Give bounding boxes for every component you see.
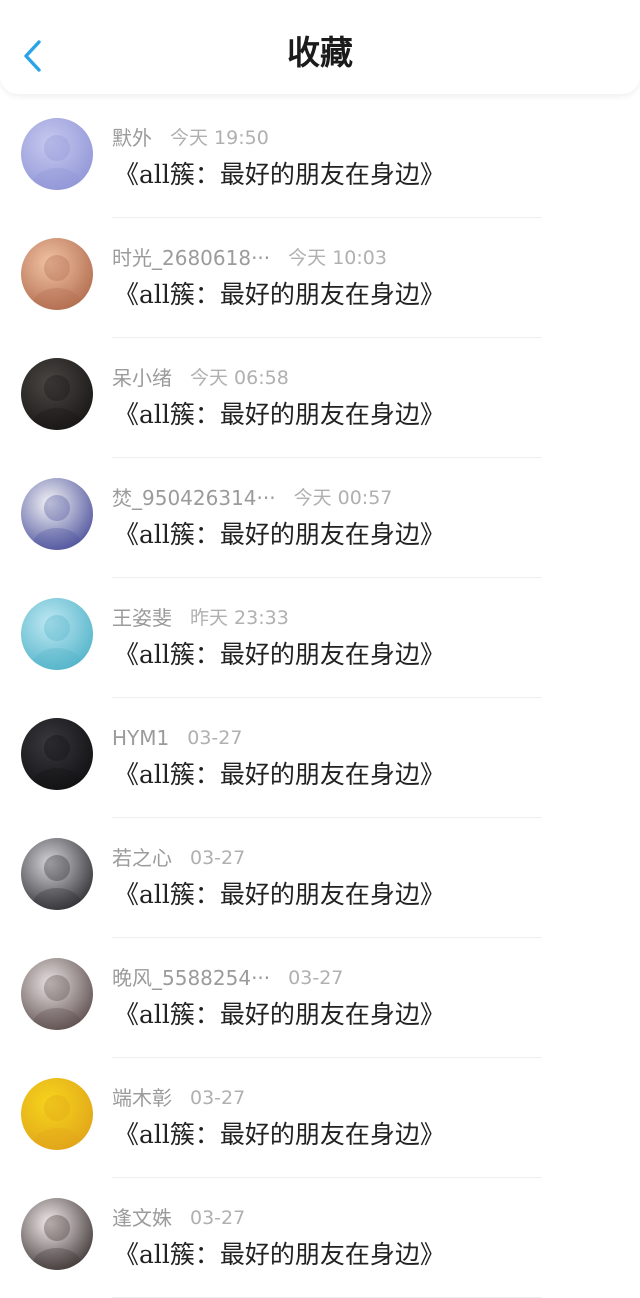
favorites-list: 默外 今天 19:50 《all簇：最好的朋友在身边》 时光_2680618··· 今天… [0,98,640,1298]
timestamp: 03-27 [187,727,243,749]
favorite-title[interactable]: 《all簇：最好的朋友在身边》 [114,278,445,312]
item-meta: 时光_2680618··· 今天 10:03 [112,244,387,272]
timestamp: 今天 10:03 [288,247,387,269]
user-avatar[interactable] [21,718,93,790]
user-avatar[interactable] [21,1198,93,1270]
timestamp: 03-27 [190,1087,246,1109]
username[interactable]: 若之心 [112,844,172,872]
list-item[interactable]: 默外 今天 19:50 《all簇：最好的朋友在身边》 [0,98,640,218]
timestamp: 昨天 23:33 [190,607,289,629]
username[interactable]: HYM1 [112,724,169,752]
item-meta: 呆小绪 今天 06:58 [112,364,289,392]
username[interactable]: 王姿斐 [112,604,172,632]
username[interactable]: 时光_2680618··· [112,244,270,272]
list-item[interactable]: 晚风_5588254··· 03-27 《all簇：最好的朋友在身边》 [0,938,640,1058]
item-meta: 王姿斐 昨天 23:33 [112,604,289,632]
list-item[interactable]: 焚_950426314··· 今天 00:57 《all簇：最好的朋友在身边》 [0,458,640,578]
user-avatar[interactable] [21,358,93,430]
timestamp: 今天 00:57 [293,487,393,509]
list-item[interactable]: 呆小绪 今天 06:58 《all簇：最好的朋友在身边》 [0,338,640,458]
user-avatar[interactable] [21,118,93,190]
username[interactable]: 端木彰 [112,1084,172,1112]
timestamp: 03-27 [190,847,246,869]
list-item[interactable]: 逢文姝 03-27 《all簇：最好的朋友在身边》 [0,1178,640,1298]
favorite-title[interactable]: 《all簇：最好的朋友在身边》 [114,878,445,912]
timestamp: 今天 19:50 [170,127,269,149]
page-title: 收藏 [287,33,353,72]
item-meta: HYM1 03-27 [112,724,242,752]
top-bar: 收藏 [0,0,640,94]
user-avatar[interactable] [21,838,93,910]
list-item[interactable]: HYM1 03-27 《all簇：最好的朋友在身边》 [0,698,640,818]
user-avatar[interactable] [21,598,93,670]
favorite-title[interactable]: 《all簇：最好的朋友在身边》 [114,158,445,192]
favorite-title[interactable]: 《all簇：最好的朋友在身边》 [114,518,445,552]
list-item[interactable]: 王姿斐 昨天 23:33 《all簇：最好的朋友在身边》 [0,578,640,698]
item-meta: 晚风_5588254··· 03-27 [112,964,343,992]
favorite-title[interactable]: 《all簇：最好的朋友在身边》 [114,1118,445,1152]
item-meta: 若之心 03-27 [112,844,245,872]
list-item[interactable]: 时光_2680618··· 今天 10:03 《all簇：最好的朋友在身边》 [0,218,640,338]
favorite-title[interactable]: 《all簇：最好的朋友在身边》 [114,398,445,432]
favorite-title[interactable]: 《all簇：最好的朋友在身边》 [114,998,445,1032]
timestamp: 今天 06:58 [190,367,289,389]
user-avatar[interactable] [21,238,93,310]
username[interactable]: 默外 [112,124,152,152]
list-item[interactable]: 端木彰 03-27 《all簇：最好的朋友在身边》 [0,1058,640,1178]
item-meta: 端木彰 03-27 [112,1084,245,1112]
user-avatar[interactable] [21,1078,93,1150]
timestamp: 03-27 [190,1207,246,1229]
item-meta: 默外 今天 19:50 [112,124,269,152]
username[interactable]: 逢文姝 [112,1204,172,1232]
item-meta: 逢文姝 03-27 [112,1204,245,1232]
user-avatar[interactable] [21,478,93,550]
list-item[interactable]: 若之心 03-27 《all簇：最好的朋友在身边》 [0,818,640,938]
username[interactable]: 呆小绪 [112,364,172,392]
item-meta: 焚_950426314··· 今天 00:57 [112,484,392,512]
timestamp: 03-27 [288,967,344,989]
user-avatar[interactable] [21,958,93,1030]
favorite-title[interactable]: 《all簇：最好的朋友在身边》 [114,758,445,792]
username[interactable]: 焚_950426314··· [112,484,276,512]
favorite-title[interactable]: 《all簇：最好的朋友在身边》 [114,638,445,672]
username[interactable]: 晚风_5588254··· [112,964,270,992]
favorite-title[interactable]: 《all簇：最好的朋友在身边》 [114,1238,445,1272]
